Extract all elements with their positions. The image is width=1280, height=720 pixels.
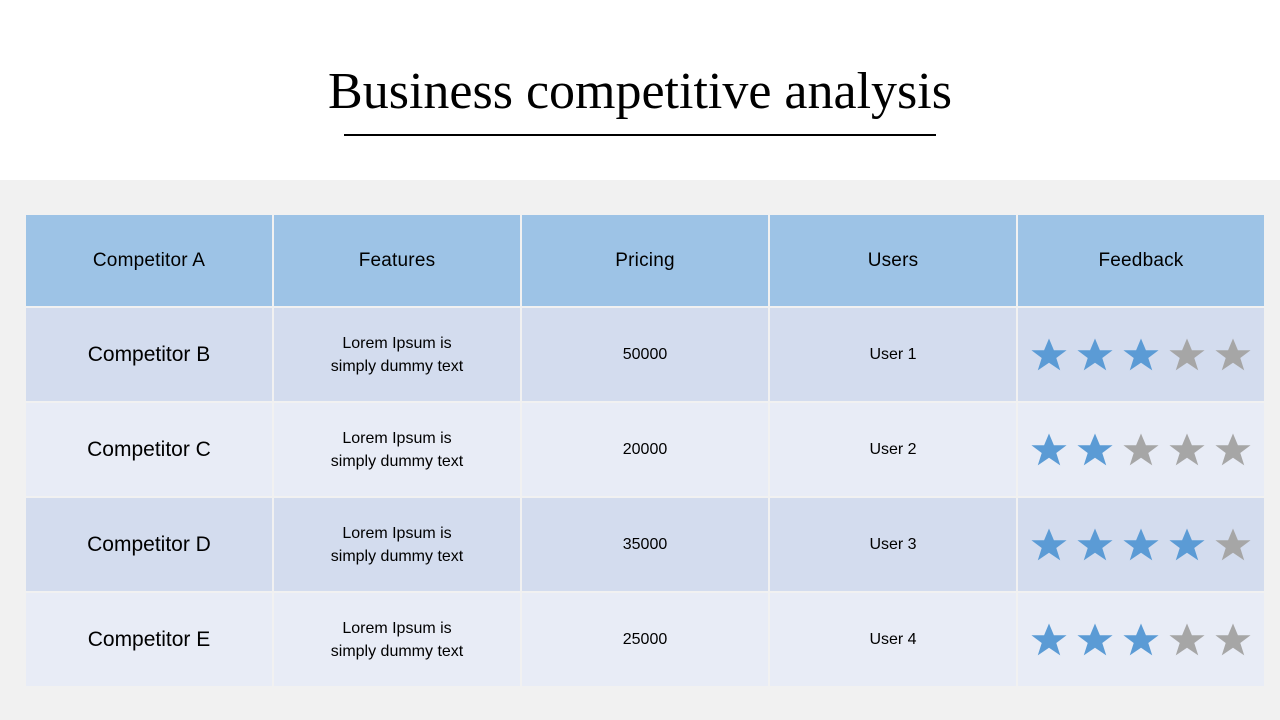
cell-competitor-name: Competitor B — [26, 308, 272, 401]
star-empty-icon[interactable] — [1214, 336, 1252, 374]
table-row[interactable]: Competitor D Lorem Ipsum is simply dummy t… — [26, 498, 1264, 591]
star-empty-icon[interactable] — [1122, 431, 1160, 469]
page-title: Business competitive analysis — [328, 63, 952, 120]
feature-line-2: simply dummy text — [330, 357, 464, 375]
feature-line-2: simply dummy text — [330, 547, 464, 565]
star-empty-icon[interactable] — [1214, 621, 1252, 659]
cell-feedback — [1018, 308, 1264, 401]
cell-features: Lorem Ipsum is simply dummy text — [274, 308, 520, 401]
star-filled-icon[interactable] — [1030, 526, 1068, 564]
star-filled-icon[interactable] — [1076, 621, 1114, 659]
star-empty-icon[interactable] — [1214, 526, 1252, 564]
cell-pricing: 35000 — [522, 498, 768, 591]
star-empty-icon[interactable] — [1214, 431, 1252, 469]
feature-line-2: simply dummy text — [330, 642, 464, 660]
star-filled-icon[interactable] — [1076, 526, 1114, 564]
feature-line-1: Lorem Ipsum is — [342, 429, 452, 447]
cell-competitor-name: Competitor D — [26, 498, 272, 591]
cell-features: Lorem Ipsum is simply dummy text — [274, 593, 520, 686]
star-empty-icon[interactable] — [1168, 336, 1206, 374]
title-underline-divider — [344, 134, 936, 136]
table-row[interactable]: Competitor E Lorem Ipsum is simply dummy t… — [26, 593, 1264, 686]
column-header-pricing[interactable]: Pricing — [522, 215, 768, 306]
column-header-competitor[interactable]: Competitor A — [26, 215, 272, 306]
star-filled-icon[interactable] — [1168, 526, 1206, 564]
star-rating[interactable] — [1018, 431, 1264, 469]
star-filled-icon[interactable] — [1030, 336, 1068, 374]
cell-competitor-name: Competitor C — [26, 403, 272, 496]
cell-users: User 1 — [770, 308, 1016, 401]
feature-line-1: Lorem Ipsum is — [342, 334, 452, 352]
cell-pricing: 20000 — [522, 403, 768, 496]
star-filled-icon[interactable] — [1122, 621, 1160, 659]
table-row[interactable]: Competitor B Lorem Ipsum is simply dummy t… — [26, 308, 1264, 401]
star-empty-icon[interactable] — [1168, 431, 1206, 469]
feature-line-1: Lorem Ipsum is — [342, 524, 452, 542]
cell-competitor-name: Competitor E — [26, 593, 272, 686]
column-header-users[interactable]: Users — [770, 215, 1016, 306]
title-band: Business competitive analysis — [0, 0, 1280, 180]
competitive-analysis-table: Competitor A Features Pricing Users Feed… — [24, 213, 1266, 688]
star-rating[interactable] — [1018, 621, 1264, 659]
star-rating[interactable] — [1018, 526, 1264, 564]
cell-pricing: 50000 — [522, 308, 768, 401]
star-filled-icon[interactable] — [1030, 621, 1068, 659]
cell-users: User 4 — [770, 593, 1016, 686]
table-header-row: Competitor A Features Pricing Users Feed… — [26, 215, 1264, 306]
cell-feedback — [1018, 593, 1264, 686]
column-header-feedback[interactable]: Feedback — [1018, 215, 1264, 306]
feature-line-2: simply dummy text — [330, 452, 464, 470]
table-body: Competitor B Lorem Ipsum is simply dummy t… — [26, 308, 1264, 686]
cell-feedback — [1018, 498, 1264, 591]
cell-features: Lorem Ipsum is simply dummy text — [274, 498, 520, 591]
star-rating[interactable] — [1018, 336, 1264, 374]
cell-features: Lorem Ipsum is simply dummy text — [274, 403, 520, 496]
star-filled-icon[interactable] — [1122, 526, 1160, 564]
star-filled-icon[interactable] — [1076, 336, 1114, 374]
star-empty-icon[interactable] — [1168, 621, 1206, 659]
star-filled-icon[interactable] — [1030, 431, 1068, 469]
cell-users: User 2 — [770, 403, 1016, 496]
slide-canvas: Competitor A Features Pricing Users Feed… — [0, 180, 1280, 720]
column-header-features[interactable]: Features — [274, 215, 520, 306]
feature-line-1: Lorem Ipsum is — [342, 619, 452, 637]
cell-users: User 3 — [770, 498, 1016, 591]
star-filled-icon[interactable] — [1076, 431, 1114, 469]
cell-feedback — [1018, 403, 1264, 496]
cell-pricing: 25000 — [522, 593, 768, 686]
star-filled-icon[interactable] — [1122, 336, 1160, 374]
table-row[interactable]: Competitor C Lorem Ipsum is simply dummy t… — [26, 403, 1264, 496]
